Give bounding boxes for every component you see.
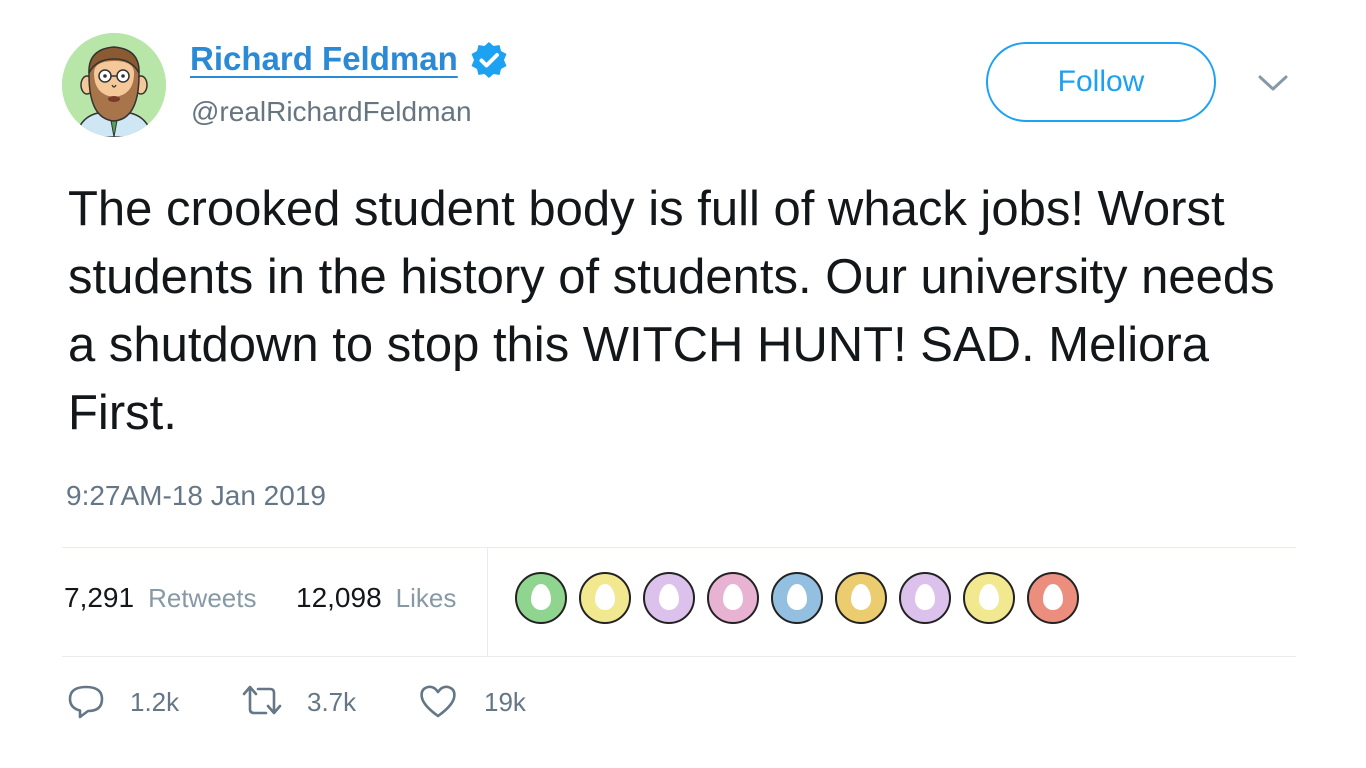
stats-divider-bottom [62,656,1296,657]
verified-badge-icon [471,42,507,78]
liker-avatar[interactable] [1027,572,1079,624]
tweet-text: The crooked student body is full of whac… [68,182,1275,440]
tweet-card: Richard Feldman @realRichardFeldman Foll… [0,0,1366,768]
retweet-icon [242,685,282,715]
like-button[interactable]: 19k [418,681,538,721]
likes-stat[interactable]: 12,098 Likes [296,582,456,614]
liker-avatar[interactable] [579,572,631,624]
likes-label: Likes [395,583,457,613]
author-handle[interactable]: @realRichardFeldman [191,96,472,128]
retweet-count: 3.7k [307,687,357,717]
retweets-label: Retweets [148,583,257,613]
follow-button[interactable]: Follow [986,42,1216,122]
likes-count: 12,098 [296,582,382,613]
liker-avatar[interactable] [835,572,887,624]
liker-avatar[interactable] [899,572,951,624]
liker-avatar[interactable] [707,572,759,624]
retweet-button[interactable]: 3.7k [240,681,370,721]
author-name-link[interactable]: Richard Feldman [190,40,458,78]
chevron-down-icon[interactable] [1256,72,1290,94]
liker-avatar[interactable] [771,572,823,624]
stats-divider-top [62,547,1296,548]
tweet-timestamp[interactable]: 9:27AM-18 Jan 2019 [66,480,326,512]
reply-icon [68,685,104,719]
liker-avatar[interactable] [515,572,567,624]
heart-icon [420,685,456,718]
like-count: 19k [484,687,526,717]
reply-count: 1.2k [130,687,180,717]
liker-avatar[interactable] [963,572,1015,624]
liker-avatar[interactable] [643,572,695,624]
retweets-stat[interactable]: 7,291 Retweets [64,582,256,614]
reply-button[interactable]: 1.2k [66,681,186,721]
avatar-illustration [62,33,166,137]
stats-vertical-divider [487,548,488,656]
retweets-count: 7,291 [64,582,135,613]
avatar[interactable] [62,33,166,137]
